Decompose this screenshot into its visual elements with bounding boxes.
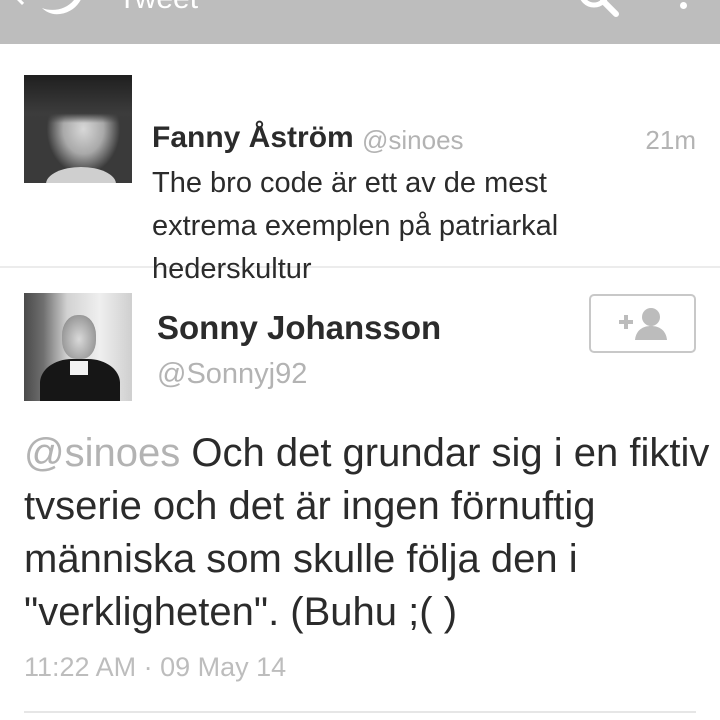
author-handle[interactable]: @Sonnyj92 [157, 356, 307, 392]
top-app-bar: Tweet [0, 0, 720, 44]
chevron-left-icon[interactable] [5, 0, 39, 5]
mention-link[interactable]: @sinoes [24, 431, 180, 475]
tweet-meta: 11:22 AM · 09 May 14 [24, 650, 286, 684]
tweet-text: @sinoes Och det grundar sig i en fiktiv … [24, 427, 714, 639]
meta-separator: · [143, 652, 153, 682]
follow-button[interactable] [589, 294, 696, 353]
author-name: Fanny Åström [152, 121, 354, 154]
tweet-date: 09 May 14 [160, 652, 287, 682]
divider [24, 711, 696, 713]
author-handle: @sinoes [362, 125, 464, 155]
tweet-time: 21m [645, 125, 696, 155]
page-title: Tweet [118, 0, 198, 14]
author-name[interactable]: Sonny Johansson [157, 308, 441, 348]
avatar[interactable] [24, 293, 132, 401]
add-user-icon [619, 308, 667, 340]
tweet-time: 11:22 AM [24, 652, 137, 682]
avatar[interactable] [24, 75, 132, 183]
search-icon[interactable] [578, 0, 620, 22]
avatar-head [62, 315, 96, 359]
overflow-menu-icon[interactable] [680, 2, 688, 18]
twitter-bird-icon[interactable] [40, 0, 94, 16]
avatar-collar [70, 361, 88, 375]
tweet-text: The bro code är ett av de mest extrema e… [152, 167, 559, 285]
parent-tweet[interactable]: Fanny Åström @sinoes 21m The bro code är… [0, 44, 720, 285]
